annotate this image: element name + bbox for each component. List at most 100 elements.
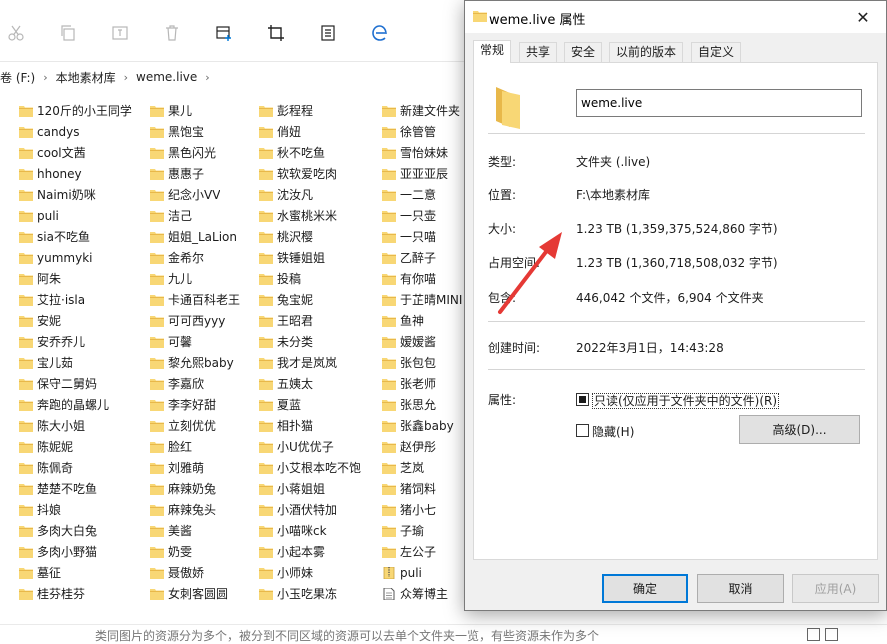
- folder-item[interactable]: 小师妹: [259, 562, 384, 583]
- cancel-button[interactable]: 取消: [697, 574, 784, 603]
- readonly-checkbox[interactable]: [576, 393, 589, 406]
- folder-item[interactable]: 彭程程: [259, 100, 384, 121]
- folder-item[interactable]: candys: [19, 121, 144, 142]
- folder-item[interactable]: 九儿: [150, 268, 275, 289]
- folder-item[interactable]: 安乔乔儿: [19, 331, 144, 352]
- details-view-icon[interactable]: [807, 628, 820, 641]
- tab-customize[interactable]: 自定义: [691, 42, 742, 62]
- folder-item[interactable]: 小U优优子: [259, 436, 384, 457]
- folder-item[interactable]: 黑色闪光: [150, 142, 275, 163]
- crop-icon[interactable]: [265, 22, 287, 44]
- folder-item[interactable]: 软软爱吃肉: [259, 163, 384, 184]
- folder-item[interactable]: 刘雅萌: [150, 457, 275, 478]
- folder-item[interactable]: 小起本雾: [259, 541, 384, 562]
- folder-item[interactable]: 夏蓝: [259, 394, 384, 415]
- folder-item[interactable]: sia不吃鱼: [19, 226, 144, 247]
- folder-item[interactable]: 果儿: [150, 100, 275, 121]
- folder-item[interactable]: 楚楚不吃鱼: [19, 478, 144, 499]
- hidden-checkbox-label[interactable]: 隐藏(H): [592, 423, 634, 440]
- folder-item[interactable]: Naimi奶咪: [19, 184, 144, 205]
- folder-item[interactable]: 未分类: [259, 331, 384, 352]
- cut-icon[interactable]: [5, 22, 27, 44]
- tab-previous-versions[interactable]: 以前的版本: [609, 42, 684, 62]
- folder-item[interactable]: 奶雯: [150, 541, 275, 562]
- breadcrumb-current[interactable]: weme.live: [136, 70, 197, 84]
- folder-item[interactable]: yummyki: [19, 247, 144, 268]
- folder-item[interactable]: 小艾根本吃不饱: [259, 457, 384, 478]
- folder-item[interactable]: 惠惠子: [150, 163, 275, 184]
- breadcrumb-drive[interactable]: 卷 (F:): [0, 69, 35, 86]
- breadcrumb[interactable]: 卷 (F:) › 本地素材库 › weme.live ›: [0, 66, 470, 88]
- folder-item[interactable]: 阿朱: [19, 268, 144, 289]
- folder-item[interactable]: 俏妞: [259, 121, 384, 142]
- folder-item[interactable]: 脸红: [150, 436, 275, 457]
- folder-item[interactable]: 宝儿茹: [19, 352, 144, 373]
- folder-item[interactable]: 李李好甜: [150, 394, 275, 415]
- folder-item[interactable]: cool文茜: [19, 142, 144, 163]
- folder-item[interactable]: 洁己: [150, 205, 275, 226]
- folder-item[interactable]: 黑饱宝: [150, 121, 275, 142]
- folder-item[interactable]: 女刺客圆圆: [150, 583, 275, 604]
- readonly-checkbox-label[interactable]: 只读(仅应用于文件夹中的文件)(R): [592, 392, 780, 409]
- folder-item[interactable]: 王昭君: [259, 310, 384, 331]
- folder-item[interactable]: 可馨: [150, 331, 275, 352]
- folder-item[interactable]: 姐姐_LaLion: [150, 226, 275, 247]
- folder-item[interactable]: 可可西yyy: [150, 310, 275, 331]
- tab-security[interactable]: 安全: [564, 42, 603, 62]
- folder-item[interactable]: 铁锤姐姐: [259, 247, 384, 268]
- folder-item[interactable]: 墓征: [19, 562, 144, 583]
- advanced-button[interactable]: 高级(D)...: [739, 415, 860, 444]
- copy-icon[interactable]: [57, 22, 79, 44]
- folder-item[interactable]: 立刻优优: [150, 415, 275, 436]
- edge-icon[interactable]: [369, 22, 391, 44]
- folder-item[interactable]: 麻辣奶兔: [150, 478, 275, 499]
- folder-item[interactable]: 我才是岚岚: [259, 352, 384, 373]
- folder-item[interactable]: 安妮: [19, 310, 144, 331]
- folder-item[interactable]: 桂芬桂芬: [19, 583, 144, 604]
- folder-item[interactable]: 美酱: [150, 520, 275, 541]
- folder-item[interactable]: 水蜜桃米米: [259, 205, 384, 226]
- folder-item[interactable]: 投稿: [259, 268, 384, 289]
- properties-icon[interactable]: [317, 22, 339, 44]
- tab-sharing[interactable]: 共享: [519, 42, 558, 62]
- breadcrumb-folder[interactable]: 本地素材库: [56, 69, 116, 86]
- folder-item[interactable]: 小玉吃果冻: [259, 583, 384, 604]
- folder-item[interactable]: 陈大小姐: [19, 415, 144, 436]
- ok-button[interactable]: 确定: [602, 574, 688, 603]
- folder-item[interactable]: 秋不吃鱼: [259, 142, 384, 163]
- folder-item[interactable]: 多肉大白兔: [19, 520, 144, 541]
- folder-item[interactable]: 李嘉欣: [150, 373, 275, 394]
- tiles-view-icon[interactable]: [825, 628, 838, 641]
- folder-item[interactable]: 艾拉·isla: [19, 289, 144, 310]
- new-item-icon[interactable]: [213, 22, 235, 44]
- folder-item[interactable]: 多肉小野猫: [19, 541, 144, 562]
- folder-item[interactable]: 沈汝凡: [259, 184, 384, 205]
- close-button[interactable]: ✕: [840, 1, 886, 33]
- folder-item[interactable]: 抖娘: [19, 499, 144, 520]
- folder-item[interactable]: 兔宝妮: [259, 289, 384, 310]
- folder-item[interactable]: 聂傲娇: [150, 562, 275, 583]
- folder-item[interactable]: puli: [19, 205, 144, 226]
- folder-name-input[interactable]: [576, 89, 862, 117]
- folder-item[interactable]: 陈佩奇: [19, 457, 144, 478]
- folder-item[interactable]: 五姨太: [259, 373, 384, 394]
- hidden-checkbox[interactable]: [576, 424, 589, 437]
- folder-item[interactable]: 小酒伏特加: [259, 499, 384, 520]
- folder-item[interactable]: 120斤的小王同学: [19, 100, 144, 121]
- apply-button[interactable]: 应用(A): [792, 574, 879, 603]
- folder-item[interactable]: 小喵咪ck: [259, 520, 384, 541]
- folder-item[interactable]: 纪念小VV: [150, 184, 275, 205]
- rename-icon[interactable]: [109, 22, 131, 44]
- folder-item[interactable]: 金希尔: [150, 247, 275, 268]
- folder-item[interactable]: 麻辣兔头: [150, 499, 275, 520]
- folder-item[interactable]: 保守二舅妈: [19, 373, 144, 394]
- tab-general[interactable]: 常规: [473, 40, 512, 63]
- folder-item[interactable]: 陈妮妮: [19, 436, 144, 457]
- folder-item[interactable]: 卡通百科老王: [150, 289, 275, 310]
- folder-item[interactable]: 小蒋姐姐: [259, 478, 384, 499]
- dialog-titlebar[interactable]: weme.live 属性 ✕: [465, 1, 886, 33]
- folder-item[interactable]: 奔跑的晶螺儿: [19, 394, 144, 415]
- delete-icon[interactable]: [161, 22, 183, 44]
- folder-item[interactable]: 桃沢樱: [259, 226, 384, 247]
- folder-item[interactable]: hhoney: [19, 163, 144, 184]
